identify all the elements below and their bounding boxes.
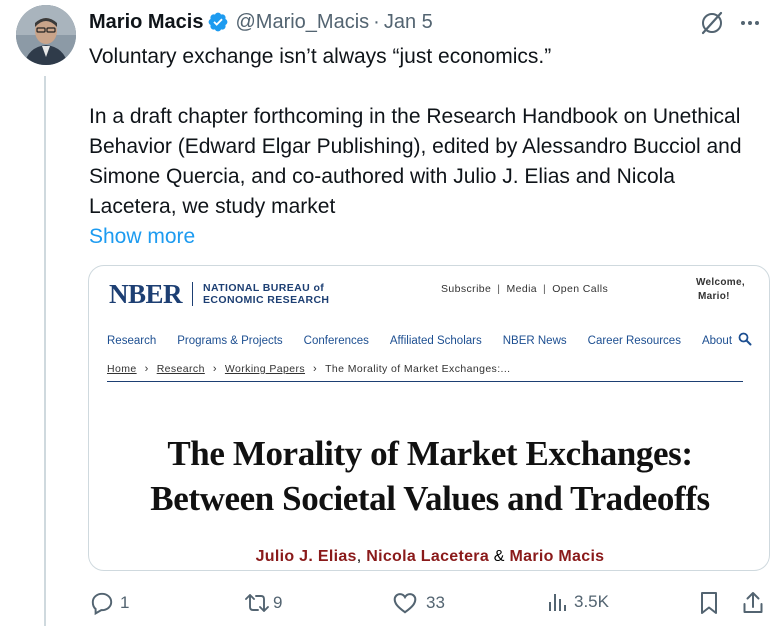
crumb-home: Home xyxy=(107,363,137,375)
paper-title-line1: The Morality of Market Exchanges: xyxy=(167,434,693,473)
tweet-text-paragraph: In a draft chapter forthcoming in the Re… xyxy=(89,105,742,218)
util-sep: | xyxy=(543,283,547,295)
author-ampersand: & xyxy=(493,548,505,565)
views-button[interactable]: 3.5K xyxy=(545,590,609,614)
grok-icon[interactable] xyxy=(699,10,725,36)
nav-programs-projects: Programs & Projects xyxy=(177,334,283,347)
like-count: 33 xyxy=(426,593,445,612)
tweet-text-line1: Voluntary exchange isn’t always “just ec… xyxy=(89,45,552,68)
action-bar: 1 9 33 3.5K xyxy=(89,590,771,622)
share-button[interactable] xyxy=(741,590,765,616)
paper-title-line2: Between Societal Values and Tradeoffs xyxy=(150,479,710,518)
util-sep: | xyxy=(497,283,501,295)
link-preview-card[interactable]: NBER NATIONAL BUREAU of ECONOMIC RESEARC… xyxy=(88,265,770,571)
util-open-calls: Open Calls xyxy=(552,283,609,295)
avatar[interactable] xyxy=(16,5,76,65)
paper-title: The Morality of Market Exchanges: Betwee… xyxy=(89,431,769,521)
verified-badge-icon xyxy=(207,11,229,33)
utility-links: Subscribe | Media | Open Calls xyxy=(441,283,608,295)
reply-icon xyxy=(91,592,113,616)
org-line1: NATIONAL BUREAU of xyxy=(203,282,325,294)
org-line2: ECONOMIC RESEARCH xyxy=(203,294,330,306)
search-icon xyxy=(738,332,752,349)
logo-divider xyxy=(192,282,194,306)
crumb-sep: › xyxy=(313,363,318,375)
nber-header: NBER NATIONAL BUREAU of ECONOMIC RESEARC… xyxy=(109,276,329,312)
repost-count: 9 xyxy=(273,593,283,612)
author-elias: Julio J. Elias xyxy=(255,548,357,565)
reply-button[interactable]: 1 xyxy=(89,590,129,616)
author-name[interactable]: Mario Macis xyxy=(89,11,203,34)
repost-icon xyxy=(245,594,269,612)
like-button[interactable]: 33 xyxy=(392,590,445,616)
welcome-line1: Welcome, xyxy=(696,277,745,288)
util-media: Media xyxy=(506,283,538,295)
crumb-current: The Morality of Market Exchanges:... xyxy=(325,363,511,375)
reply-count: 1 xyxy=(120,593,130,612)
heart-icon xyxy=(393,593,417,614)
nav-career-resources: Career Resources xyxy=(587,334,681,347)
show-more-link[interactable]: Show more xyxy=(89,222,195,252)
welcome-text: Welcome, Mario! xyxy=(696,276,745,304)
crumb-research: Research xyxy=(156,363,205,375)
paper-authors: Julio J. Elias, Nicola Lacetera & Mario … xyxy=(89,548,769,566)
header-dot: · xyxy=(373,10,380,33)
crumb-working-papers: Working Papers xyxy=(224,363,306,375)
nav-research: Research xyxy=(107,334,157,347)
tweet-header: Mario Macis @Mario_Macis · Jan 5 xyxy=(89,8,433,36)
nber-nav: Research Programs & Projects Conferences… xyxy=(107,332,767,349)
nber-logo: NBER xyxy=(109,278,183,309)
author-macis: Mario Macis xyxy=(509,548,605,565)
view-count: 3.5K xyxy=(574,592,609,611)
author-lacetera: Nicola Lacetera xyxy=(366,548,490,565)
crumb-sep: › xyxy=(144,363,149,375)
breadcrumb: Home › Research › Working Papers › The M… xyxy=(107,363,510,375)
nav-about: About xyxy=(701,334,733,347)
share-icon xyxy=(743,592,763,613)
nber-org-name: NATIONAL BUREAU of ECONOMIC RESEARCH xyxy=(203,282,329,306)
welcome-line2: Mario! xyxy=(698,291,730,302)
breadcrumb-rule xyxy=(107,381,743,382)
thread-line xyxy=(44,76,46,626)
crumb-sep: › xyxy=(212,363,217,375)
tweet-text: Voluntary exchange isn’t always “just ec… xyxy=(89,42,769,222)
tweet-date[interactable]: Jan 5 xyxy=(384,11,433,34)
author-comma: , xyxy=(356,548,362,565)
more-icon[interactable] xyxy=(739,12,761,34)
bookmark-icon xyxy=(701,592,717,614)
nav-affiliated-scholars: Affiliated Scholars xyxy=(389,334,482,347)
util-subscribe: Subscribe xyxy=(441,283,492,295)
avatar-photo xyxy=(16,5,76,65)
nav-nber-news: NBER News xyxy=(502,334,567,347)
top-right-icons xyxy=(699,10,761,36)
author-handle[interactable]: @Mario_Macis xyxy=(235,11,369,34)
views-chart-icon xyxy=(549,594,566,611)
nav-conferences: Conferences xyxy=(303,334,369,347)
repost-button[interactable]: 9 xyxy=(243,590,282,616)
bookmark-button[interactable] xyxy=(697,590,721,616)
